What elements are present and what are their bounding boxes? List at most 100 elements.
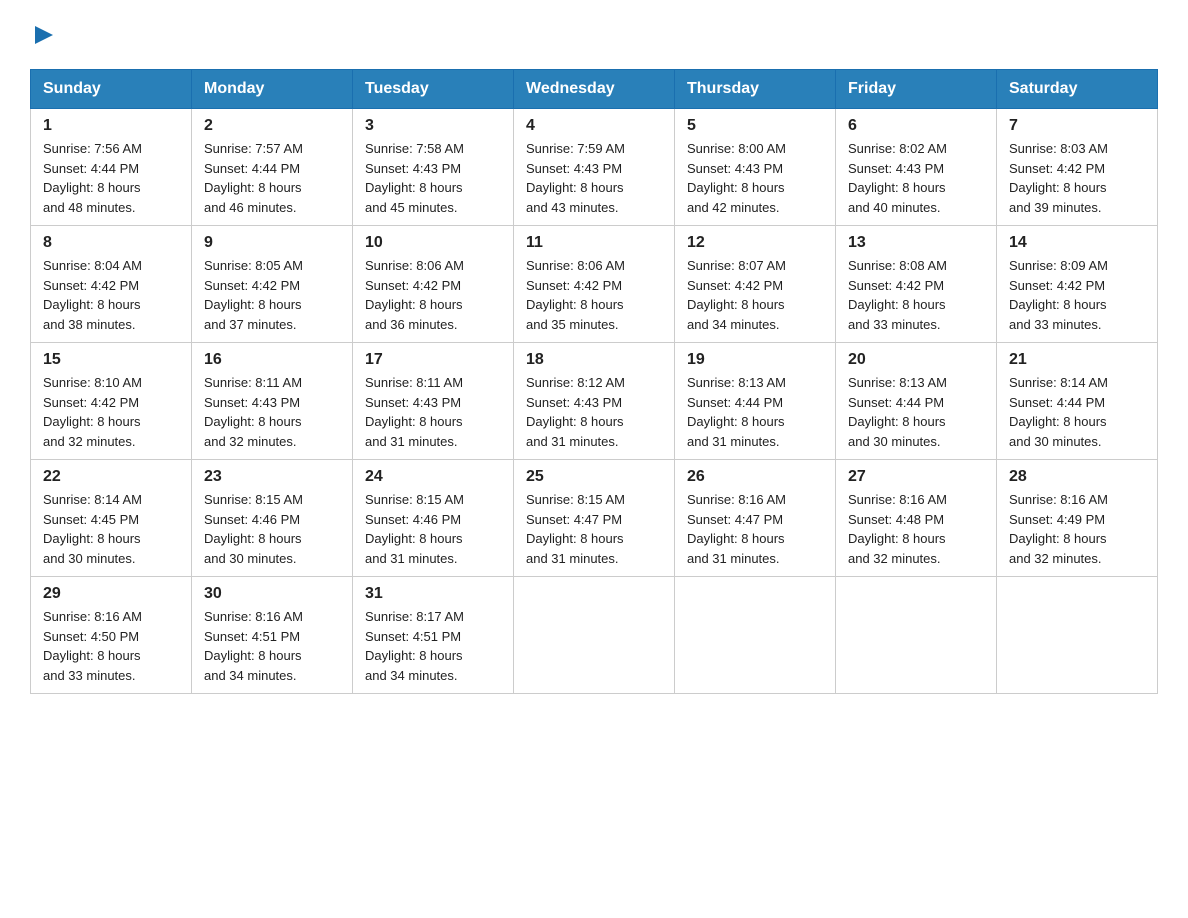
- day-info: Sunrise: 8:16 AM Sunset: 4:50 PM Dayligh…: [43, 607, 179, 685]
- day-number: 20: [848, 351, 984, 369]
- calendar-cell: 21 Sunrise: 8:14 AM Sunset: 4:44 PM Dayl…: [997, 343, 1158, 460]
- calendar-cell: 20 Sunrise: 8:13 AM Sunset: 4:44 PM Dayl…: [836, 343, 997, 460]
- day-number: 24: [365, 468, 501, 486]
- day-info: Sunrise: 8:17 AM Sunset: 4:51 PM Dayligh…: [365, 607, 501, 685]
- day-number: 5: [687, 117, 823, 135]
- day-number: 14: [1009, 234, 1145, 252]
- day-number: 15: [43, 351, 179, 369]
- weekday-header-saturday: Saturday: [997, 70, 1158, 109]
- calendar-cell: 27 Sunrise: 8:16 AM Sunset: 4:48 PM Dayl…: [836, 460, 997, 577]
- calendar-cell: 18 Sunrise: 8:12 AM Sunset: 4:43 PM Dayl…: [514, 343, 675, 460]
- day-info: Sunrise: 7:57 AM Sunset: 4:44 PM Dayligh…: [204, 139, 340, 217]
- day-number: 30: [204, 585, 340, 603]
- weekday-header-sunday: Sunday: [31, 70, 192, 109]
- day-number: 19: [687, 351, 823, 369]
- day-number: 31: [365, 585, 501, 603]
- day-number: 2: [204, 117, 340, 135]
- calendar-week-4: 22 Sunrise: 8:14 AM Sunset: 4:45 PM Dayl…: [31, 460, 1158, 577]
- calendar-cell: 19 Sunrise: 8:13 AM Sunset: 4:44 PM Dayl…: [675, 343, 836, 460]
- calendar-cell: 1 Sunrise: 7:56 AM Sunset: 4:44 PM Dayli…: [31, 109, 192, 226]
- logo: [30, 24, 55, 51]
- calendar-cell: 10 Sunrise: 8:06 AM Sunset: 4:42 PM Dayl…: [353, 226, 514, 343]
- weekday-header-friday: Friday: [836, 70, 997, 109]
- day-info: Sunrise: 8:15 AM Sunset: 4:47 PM Dayligh…: [526, 490, 662, 568]
- calendar-cell: 24 Sunrise: 8:15 AM Sunset: 4:46 PM Dayl…: [353, 460, 514, 577]
- day-number: 26: [687, 468, 823, 486]
- calendar-cell: 9 Sunrise: 8:05 AM Sunset: 4:42 PM Dayli…: [192, 226, 353, 343]
- day-number: 10: [365, 234, 501, 252]
- weekday-header-wednesday: Wednesday: [514, 70, 675, 109]
- day-info: Sunrise: 8:16 AM Sunset: 4:47 PM Dayligh…: [687, 490, 823, 568]
- day-number: 22: [43, 468, 179, 486]
- day-info: Sunrise: 8:11 AM Sunset: 4:43 PM Dayligh…: [365, 373, 501, 451]
- day-info: Sunrise: 8:08 AM Sunset: 4:42 PM Dayligh…: [848, 256, 984, 334]
- calendar-table: SundayMondayTuesdayWednesdayThursdayFrid…: [30, 69, 1158, 694]
- day-number: 27: [848, 468, 984, 486]
- day-number: 7: [1009, 117, 1145, 135]
- calendar-cell: [997, 577, 1158, 694]
- calendar-cell: 22 Sunrise: 8:14 AM Sunset: 4:45 PM Dayl…: [31, 460, 192, 577]
- calendar-cell: 13 Sunrise: 8:08 AM Sunset: 4:42 PM Dayl…: [836, 226, 997, 343]
- calendar-cell: 31 Sunrise: 8:17 AM Sunset: 4:51 PM Dayl…: [353, 577, 514, 694]
- day-number: 17: [365, 351, 501, 369]
- day-info: Sunrise: 8:14 AM Sunset: 4:44 PM Dayligh…: [1009, 373, 1145, 451]
- day-info: Sunrise: 8:15 AM Sunset: 4:46 PM Dayligh…: [365, 490, 501, 568]
- calendar-week-1: 1 Sunrise: 7:56 AM Sunset: 4:44 PM Dayli…: [31, 109, 1158, 226]
- calendar-cell: 23 Sunrise: 8:15 AM Sunset: 4:46 PM Dayl…: [192, 460, 353, 577]
- calendar-cell: 28 Sunrise: 8:16 AM Sunset: 4:49 PM Dayl…: [997, 460, 1158, 577]
- calendar-cell: 16 Sunrise: 8:11 AM Sunset: 4:43 PM Dayl…: [192, 343, 353, 460]
- day-number: 9: [204, 234, 340, 252]
- day-number: 6: [848, 117, 984, 135]
- calendar-header-row: SundayMondayTuesdayWednesdayThursdayFrid…: [31, 70, 1158, 109]
- day-info: Sunrise: 7:58 AM Sunset: 4:43 PM Dayligh…: [365, 139, 501, 217]
- calendar-week-5: 29 Sunrise: 8:16 AM Sunset: 4:50 PM Dayl…: [31, 577, 1158, 694]
- calendar-cell: 17 Sunrise: 8:11 AM Sunset: 4:43 PM Dayl…: [353, 343, 514, 460]
- calendar-cell: 15 Sunrise: 8:10 AM Sunset: 4:42 PM Dayl…: [31, 343, 192, 460]
- calendar-cell: 7 Sunrise: 8:03 AM Sunset: 4:42 PM Dayli…: [997, 109, 1158, 226]
- day-number: 11: [526, 234, 662, 252]
- day-number: 13: [848, 234, 984, 252]
- day-number: 18: [526, 351, 662, 369]
- calendar-cell: 2 Sunrise: 7:57 AM Sunset: 4:44 PM Dayli…: [192, 109, 353, 226]
- day-info: Sunrise: 8:02 AM Sunset: 4:43 PM Dayligh…: [848, 139, 984, 217]
- day-info: Sunrise: 7:56 AM Sunset: 4:44 PM Dayligh…: [43, 139, 179, 217]
- day-info: Sunrise: 8:16 AM Sunset: 4:51 PM Dayligh…: [204, 607, 340, 685]
- calendar-cell: 11 Sunrise: 8:06 AM Sunset: 4:42 PM Dayl…: [514, 226, 675, 343]
- calendar-cell: 25 Sunrise: 8:15 AM Sunset: 4:47 PM Dayl…: [514, 460, 675, 577]
- day-info: Sunrise: 8:12 AM Sunset: 4:43 PM Dayligh…: [526, 373, 662, 451]
- page-header: [30, 24, 1158, 51]
- calendar-cell: [675, 577, 836, 694]
- weekday-header-thursday: Thursday: [675, 70, 836, 109]
- day-number: 16: [204, 351, 340, 369]
- calendar-cell: 14 Sunrise: 8:09 AM Sunset: 4:42 PM Dayl…: [997, 226, 1158, 343]
- logo-arrow-icon: [33, 24, 55, 46]
- day-info: Sunrise: 8:14 AM Sunset: 4:45 PM Dayligh…: [43, 490, 179, 568]
- calendar-cell: 29 Sunrise: 8:16 AM Sunset: 4:50 PM Dayl…: [31, 577, 192, 694]
- day-info: Sunrise: 8:13 AM Sunset: 4:44 PM Dayligh…: [687, 373, 823, 451]
- day-number: 12: [687, 234, 823, 252]
- calendar-cell: 6 Sunrise: 8:02 AM Sunset: 4:43 PM Dayli…: [836, 109, 997, 226]
- day-info: Sunrise: 8:09 AM Sunset: 4:42 PM Dayligh…: [1009, 256, 1145, 334]
- day-info: Sunrise: 8:06 AM Sunset: 4:42 PM Dayligh…: [526, 256, 662, 334]
- weekday-header-monday: Monday: [192, 70, 353, 109]
- day-number: 21: [1009, 351, 1145, 369]
- weekday-header-tuesday: Tuesday: [353, 70, 514, 109]
- day-info: Sunrise: 7:59 AM Sunset: 4:43 PM Dayligh…: [526, 139, 662, 217]
- day-number: 23: [204, 468, 340, 486]
- day-number: 29: [43, 585, 179, 603]
- calendar-cell: 30 Sunrise: 8:16 AM Sunset: 4:51 PM Dayl…: [192, 577, 353, 694]
- day-info: Sunrise: 8:16 AM Sunset: 4:48 PM Dayligh…: [848, 490, 984, 568]
- day-info: Sunrise: 8:11 AM Sunset: 4:43 PM Dayligh…: [204, 373, 340, 451]
- day-info: Sunrise: 8:07 AM Sunset: 4:42 PM Dayligh…: [687, 256, 823, 334]
- calendar-cell: 8 Sunrise: 8:04 AM Sunset: 4:42 PM Dayli…: [31, 226, 192, 343]
- calendar-cell: 3 Sunrise: 7:58 AM Sunset: 4:43 PM Dayli…: [353, 109, 514, 226]
- day-info: Sunrise: 8:06 AM Sunset: 4:42 PM Dayligh…: [365, 256, 501, 334]
- calendar-cell: 5 Sunrise: 8:00 AM Sunset: 4:43 PM Dayli…: [675, 109, 836, 226]
- day-info: Sunrise: 8:04 AM Sunset: 4:42 PM Dayligh…: [43, 256, 179, 334]
- day-info: Sunrise: 8:15 AM Sunset: 4:46 PM Dayligh…: [204, 490, 340, 568]
- day-number: 1: [43, 117, 179, 135]
- day-number: 4: [526, 117, 662, 135]
- calendar-cell: [836, 577, 997, 694]
- day-info: Sunrise: 8:10 AM Sunset: 4:42 PM Dayligh…: [43, 373, 179, 451]
- day-number: 25: [526, 468, 662, 486]
